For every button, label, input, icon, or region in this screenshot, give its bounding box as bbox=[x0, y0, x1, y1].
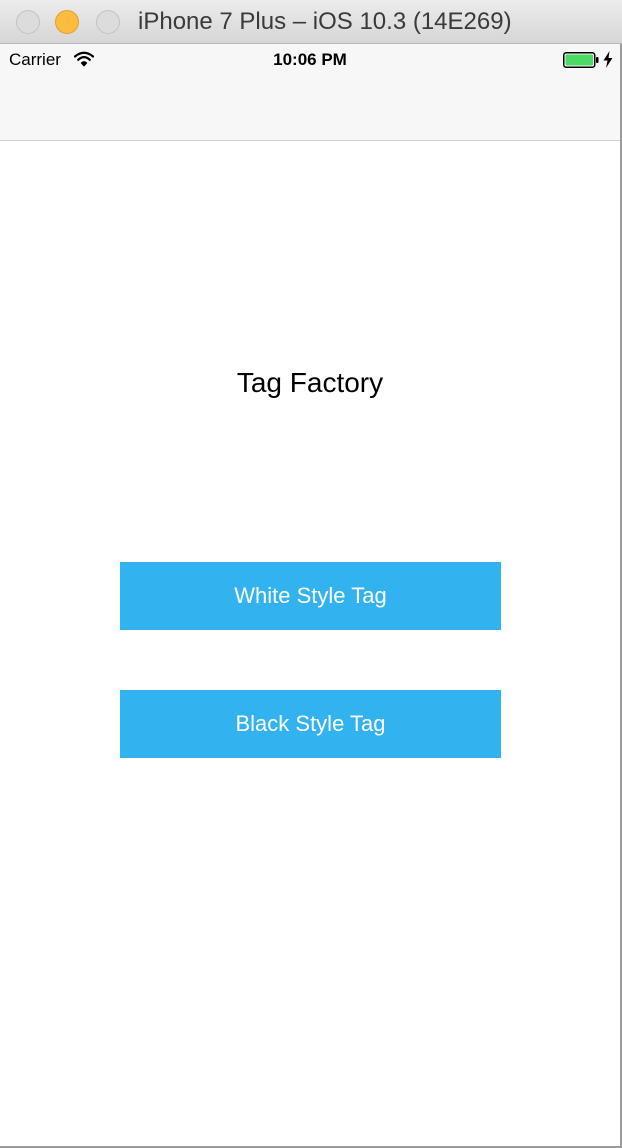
charging-bolt-icon bbox=[603, 51, 613, 68]
battery-icon bbox=[563, 52, 599, 68]
status-time: 10:06 PM bbox=[273, 50, 347, 69]
white-style-tag-button[interactable]: White Style Tag bbox=[120, 562, 501, 630]
window-titlebar: iPhone 7 Plus – iOS 10.3 (14E269) bbox=[0, 0, 622, 44]
window-title: iPhone 7 Plus – iOS 10.3 (14E269) bbox=[138, 8, 512, 35]
close-window-button[interactable] bbox=[16, 10, 40, 34]
minimize-window-button[interactable] bbox=[55, 10, 79, 34]
simulator-window: iPhone 7 Plus – iOS 10.3 (14E269) Carrie… bbox=[0, 0, 622, 1148]
page-title: Tag Factory bbox=[236, 367, 384, 398]
black-style-tag-button[interactable]: Black Style Tag bbox=[120, 690, 501, 758]
navigation-bar: Carrier 10:06 PM bbox=[0, 44, 620, 141]
zoom-window-button[interactable] bbox=[96, 10, 120, 34]
